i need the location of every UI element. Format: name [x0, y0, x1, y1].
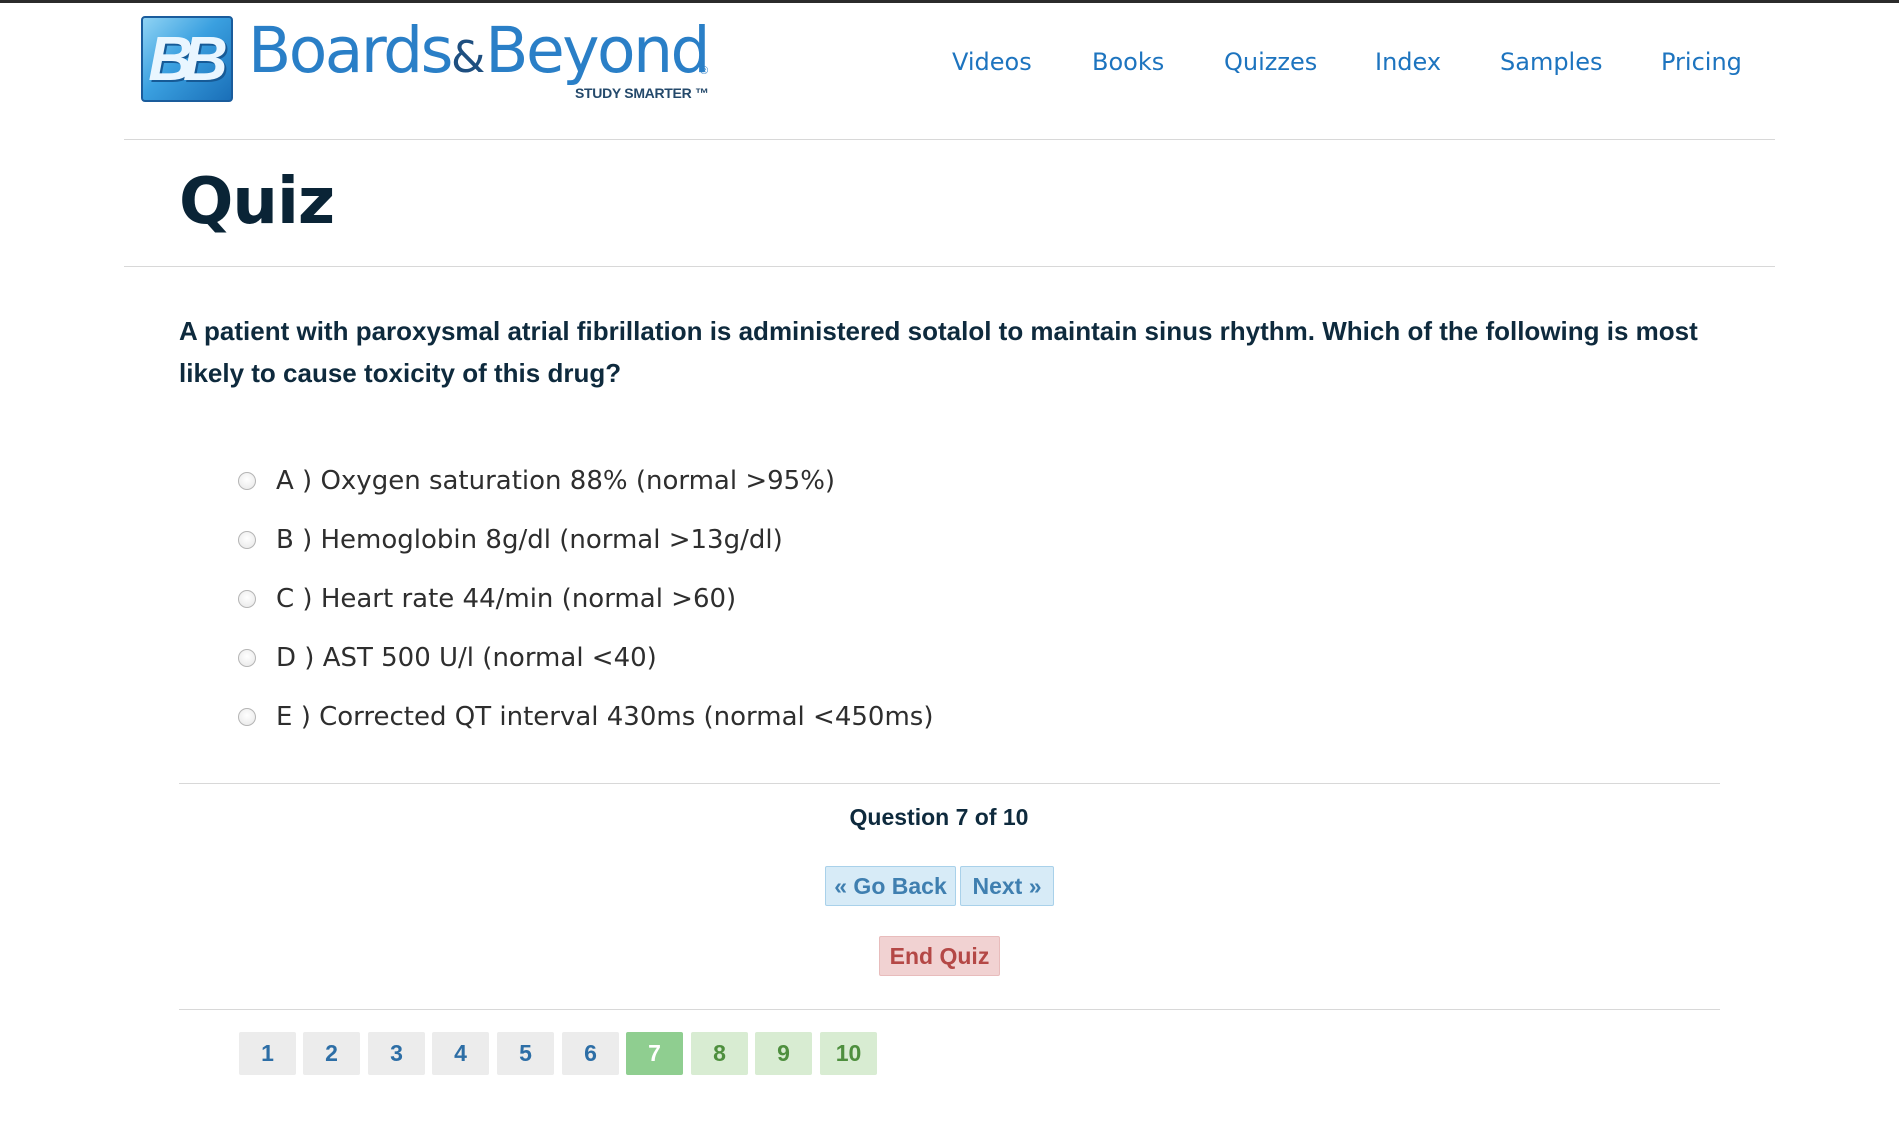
main-nav: Videos Books Quizzes Index Samples Prici… [0, 48, 1899, 82]
nav-pricing[interactable]: Pricing [1661, 48, 1742, 76]
answer-label: E ) Corrected QT interval 430ms (normal … [276, 702, 934, 732]
page-button-2[interactable]: 2 [303, 1032, 360, 1075]
page-button-6[interactable]: 6 [562, 1032, 619, 1075]
top-border [0, 0, 1899, 3]
page-button-7-current[interactable]: 7 [626, 1032, 683, 1075]
radio-button[interactable] [238, 649, 256, 667]
nav-samples[interactable]: Samples [1500, 48, 1603, 76]
answer-option-b[interactable]: B ) Hemoglobin 8g/dl (normal >13g/dl) [238, 520, 783, 560]
page-button-1[interactable]: 1 [239, 1032, 296, 1075]
answer-label: C ) Heart rate 44/min (normal >60) [276, 584, 737, 614]
next-button[interactable]: Next » [960, 866, 1054, 906]
logo-tagline: STUDY SMARTER ™ [575, 85, 709, 101]
nav-books[interactable]: Books [1092, 48, 1164, 76]
page-button-9[interactable]: 9 [755, 1032, 812, 1075]
title-divider [124, 266, 1775, 267]
radio-button[interactable] [238, 708, 256, 726]
nav-index[interactable]: Index [1375, 48, 1441, 76]
go-back-button[interactable]: « Go Back [825, 866, 956, 906]
radio-button[interactable] [238, 590, 256, 608]
page-button-4[interactable]: 4 [432, 1032, 489, 1075]
question-text: A patient with paroxysmal atrial fibrill… [179, 316, 1698, 388]
nav-videos[interactable]: Videos [952, 48, 1032, 76]
end-quiz-button[interactable]: End Quiz [879, 936, 1000, 976]
answer-label: D ) AST 500 U/l (normal <40) [276, 643, 657, 673]
question-counter: Question 7 of 10 [849, 804, 1029, 830]
answer-option-a[interactable]: A ) Oxygen saturation 88% (normal >95%) [238, 461, 835, 501]
radio-button[interactable] [238, 472, 256, 490]
answer-label: B ) Hemoglobin 8g/dl (normal >13g/dl) [276, 525, 783, 555]
header-divider [124, 139, 1775, 140]
answer-option-d[interactable]: D ) AST 500 U/l (normal <40) [238, 638, 657, 678]
page-title: Quiz [179, 165, 335, 239]
pagination-divider [179, 1009, 1720, 1010]
radio-button[interactable] [238, 531, 256, 549]
nav-quizzes[interactable]: Quizzes [1224, 48, 1317, 76]
answer-label: A ) Oxygen saturation 88% (normal >95%) [276, 466, 836, 496]
answer-option-c[interactable]: C ) Heart rate 44/min (normal >60) [238, 579, 736, 619]
page-button-5[interactable]: 5 [497, 1032, 554, 1075]
answer-option-e[interactable]: E ) Corrected QT interval 430ms (normal … [238, 697, 933, 737]
page-button-8[interactable]: 8 [691, 1032, 748, 1075]
page-button-10[interactable]: 10 [820, 1032, 877, 1075]
options-divider [179, 783, 1720, 784]
page-button-3[interactable]: 3 [368, 1032, 425, 1075]
